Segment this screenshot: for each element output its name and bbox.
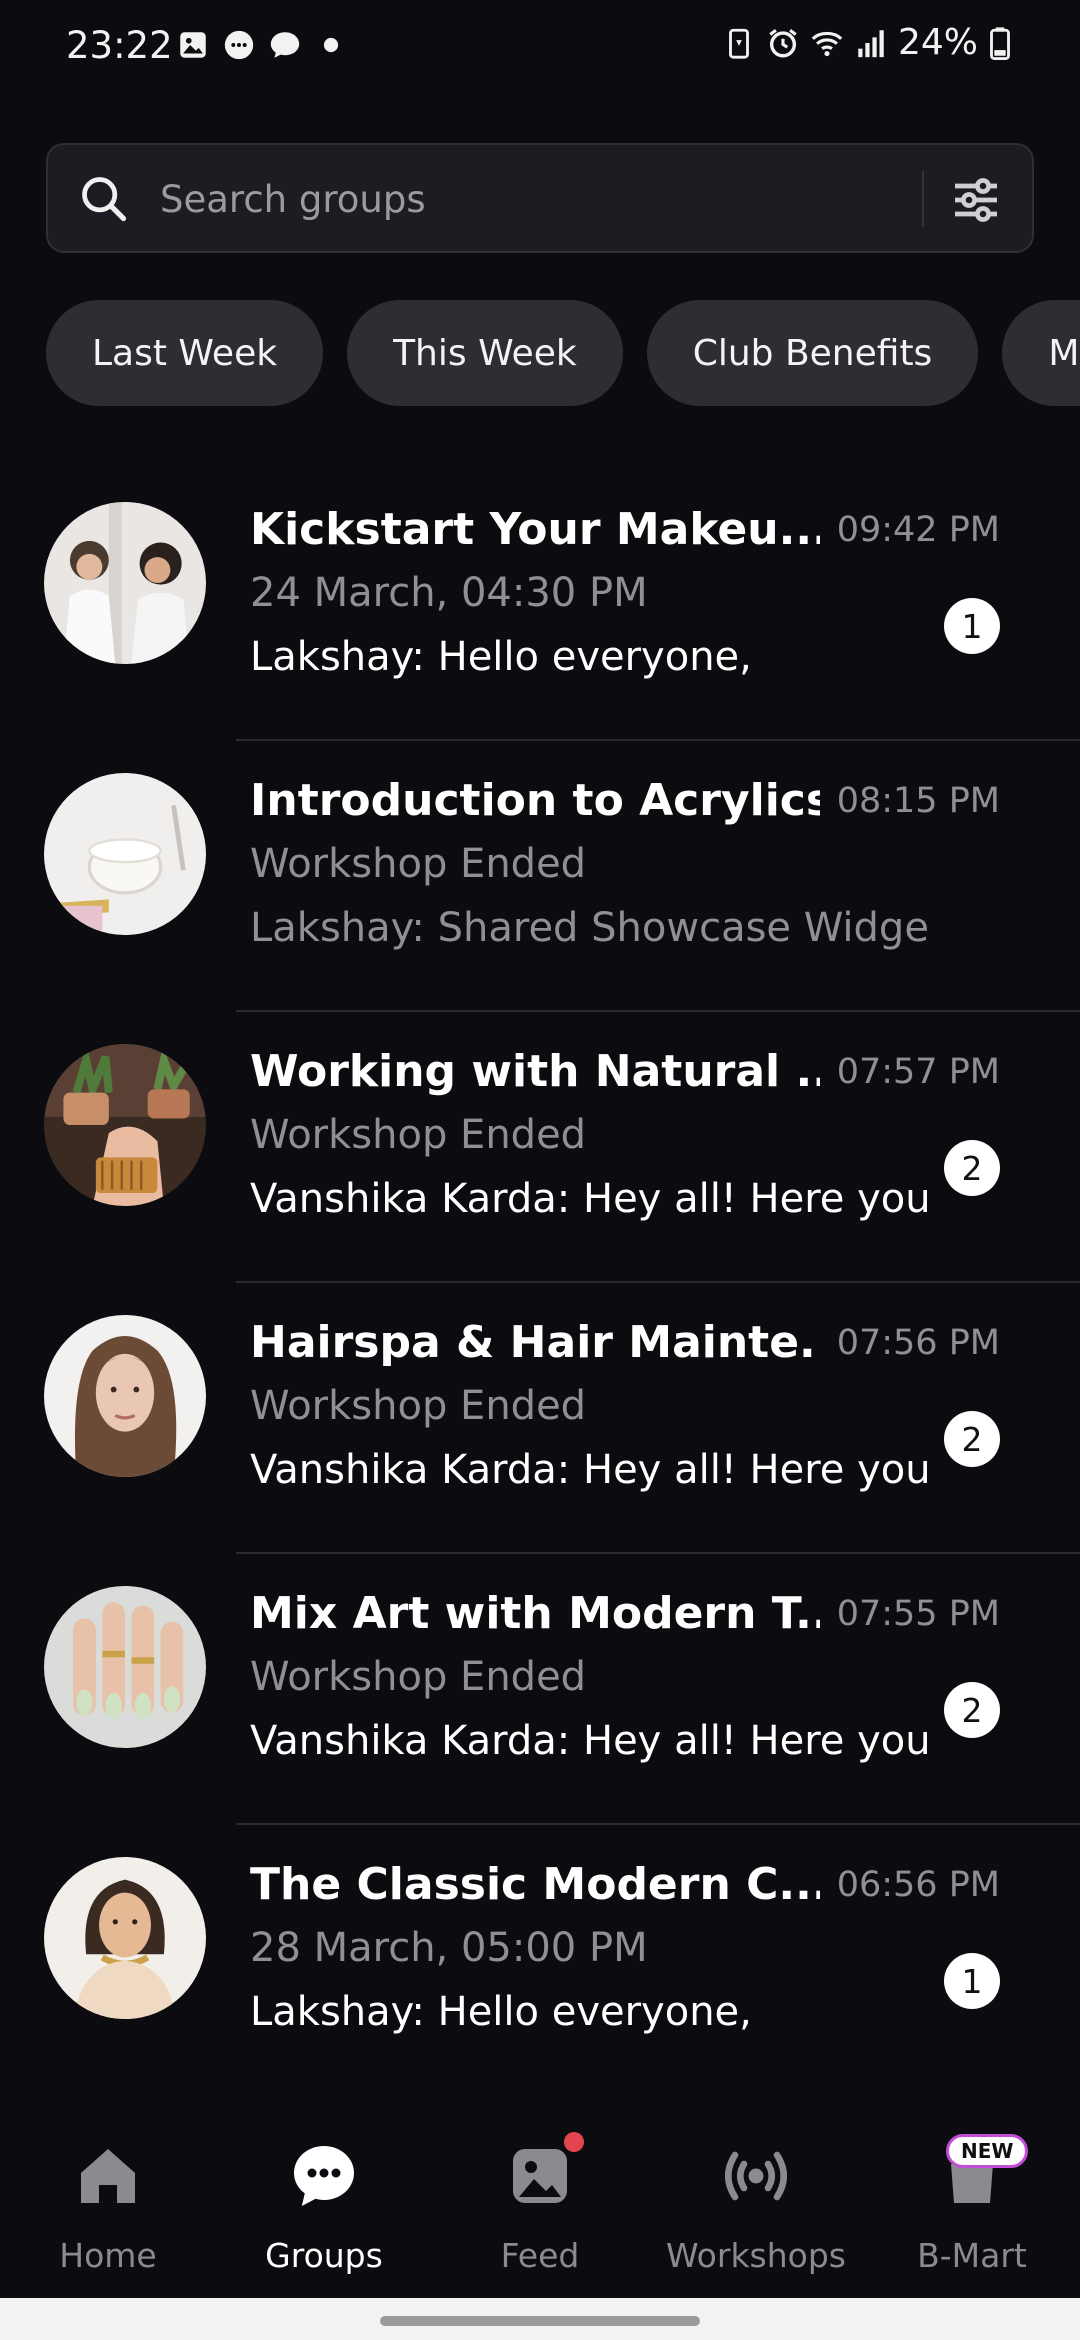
gallery-icon — [180, 32, 206, 58]
unread-badge: 2 — [944, 1682, 1000, 1738]
chip-this-week[interactable]: This Week — [347, 300, 623, 406]
group-title: Mix Art with Modern T... — [250, 1588, 820, 1639]
group-row-intro-acrylics[interactable]: Introduction to Acrylics 08:15 PM Worksh… — [0, 741, 1080, 1012]
nav-label-bmart: B-Mart — [917, 2236, 1027, 2275]
nav-feed[interactable]: Feed — [432, 2140, 648, 2275]
battery-percent: 24% — [897, 22, 978, 63]
group-subtitle: Workshop Ended — [250, 1654, 587, 1700]
new-badge: NEW — [946, 2134, 1029, 2168]
group-last-message: Lakshay: Hello everyone, — [250, 634, 752, 680]
search-bar[interactable] — [46, 143, 1034, 253]
status-time: 23:22 — [66, 24, 173, 67]
search-divider — [922, 171, 924, 227]
group-row-mix-art[interactable]: Mix Art with Modern T... 07:55 PM Worksh… — [0, 1554, 1080, 1825]
group-last-message: Vanshika Karda: Hey all! Here you — [250, 1718, 930, 1764]
group-row-classic-modern[interactable]: The Classic Modern C... 06:56 PM 28 Marc… — [0, 1825, 1080, 2096]
unread-badge: 2 — [944, 1140, 1000, 1196]
chip-makeup[interactable]: Makeup — [1002, 300, 1080, 406]
nav-label-groups: Groups — [265, 2236, 383, 2275]
group-time: 06:56 PM — [836, 1865, 1000, 1905]
chat-bubble-icon — [224, 30, 254, 60]
group-avatar — [44, 1857, 206, 2019]
home-indicator[interactable] — [380, 2316, 700, 2326]
group-time: 07:55 PM — [836, 1594, 1000, 1634]
unread-badge: 1 — [944, 1953, 1000, 2009]
group-time: 08:15 PM — [836, 781, 1000, 821]
group-last-message: Lakshay: Hello everyone, — [250, 1989, 752, 2035]
group-subtitle: Workshop Ended — [250, 1383, 587, 1429]
group-subtitle: Workshop Ended — [250, 1112, 587, 1158]
bottom-navigation: Home Groups Feed Workshops B-Mart NEW — [0, 2100, 1080, 2300]
group-last-message: Vanshika Karda: Hey all! Here you — [250, 1176, 930, 1222]
nav-label-feed: Feed — [500, 2236, 580, 2275]
broadcast-icon — [724, 2151, 788, 2201]
feed-icon — [513, 2149, 567, 2203]
nav-label-home: Home — [59, 2236, 157, 2275]
chip-club-benefits[interactable]: Club Benefits — [646, 300, 979, 406]
nav-workshops[interactable]: Workshops — [648, 2140, 864, 2275]
group-subtitle: Workshop Ended — [250, 841, 587, 887]
group-subtitle: 28 March, 05:00 PM — [250, 1925, 648, 1971]
system-icons: 24% — [722, 22, 1012, 63]
message-icon — [270, 32, 300, 58]
group-avatar — [44, 1044, 206, 1206]
group-list: Kickstart Your Makeu... 09:42 PM 24 Marc… — [0, 470, 1080, 2096]
feed-notification-dot — [564, 2132, 584, 2152]
group-title: Kickstart Your Makeu... — [250, 504, 820, 555]
home-icon — [81, 2149, 135, 2203]
nav-home[interactable]: Home — [0, 2140, 216, 2275]
status-bar: 23:22 24% — [0, 0, 1080, 96]
group-time: 09:42 PM — [836, 510, 1000, 550]
wifi-icon — [811, 31, 843, 56]
group-row-natural-nails[interactable]: Working with Natural ... 07:57 PM Worksh… — [0, 1012, 1080, 1283]
search-input[interactable] — [158, 167, 942, 231]
filter-chips: Last Week This Week Club Benefits Makeup — [46, 300, 1080, 406]
group-time: 07:56 PM — [836, 1323, 1000, 1363]
nav-groups[interactable]: Groups — [216, 2140, 432, 2275]
nav-label-workshops: Workshops — [665, 2236, 846, 2275]
chip-last-week[interactable]: Last Week — [46, 300, 324, 406]
group-title: Introduction to Acrylics — [250, 775, 820, 826]
group-last-message: Vanshika Karda: Hey all! Here you — [250, 1447, 930, 1493]
group-row-hairspa[interactable]: Hairspa & Hair Mainte... 07:56 PM Worksh… — [0, 1283, 1080, 1554]
battery-saver-icon — [729, 28, 749, 59]
chat-icon — [294, 2146, 354, 2206]
group-last-message: Lakshay: Shared Showcase Widget — [250, 905, 930, 951]
group-subtitle: 24 March, 04:30 PM — [250, 570, 648, 616]
group-time: 07:57 PM — [836, 1052, 1000, 1092]
search-icon — [82, 177, 127, 222]
group-title: Working with Natural ... — [250, 1046, 820, 1097]
battery-icon — [990, 26, 1010, 60]
group-title: Hairspa & Hair Mainte... — [250, 1317, 820, 1368]
alarm-icon — [769, 28, 797, 57]
notification-icons — [176, 28, 348, 62]
group-title: The Classic Modern C... — [250, 1859, 820, 1910]
group-avatar — [44, 1315, 206, 1477]
unread-badge: 2 — [944, 1411, 1000, 1467]
chip-row: Last Week This Week Club Benefits Makeup — [46, 300, 1080, 406]
filter-sliders-icon[interactable] — [948, 172, 1004, 228]
group-row-kickstart-makeup[interactable]: Kickstart Your Makeu... 09:42 PM 24 Marc… — [0, 470, 1080, 741]
dot-icon — [323, 37, 339, 53]
group-avatar — [44, 502, 206, 664]
group-avatar — [44, 773, 206, 935]
unread-badge: 1 — [944, 598, 1000, 654]
signal-icon — [858, 29, 884, 57]
group-avatar — [44, 1586, 206, 1748]
